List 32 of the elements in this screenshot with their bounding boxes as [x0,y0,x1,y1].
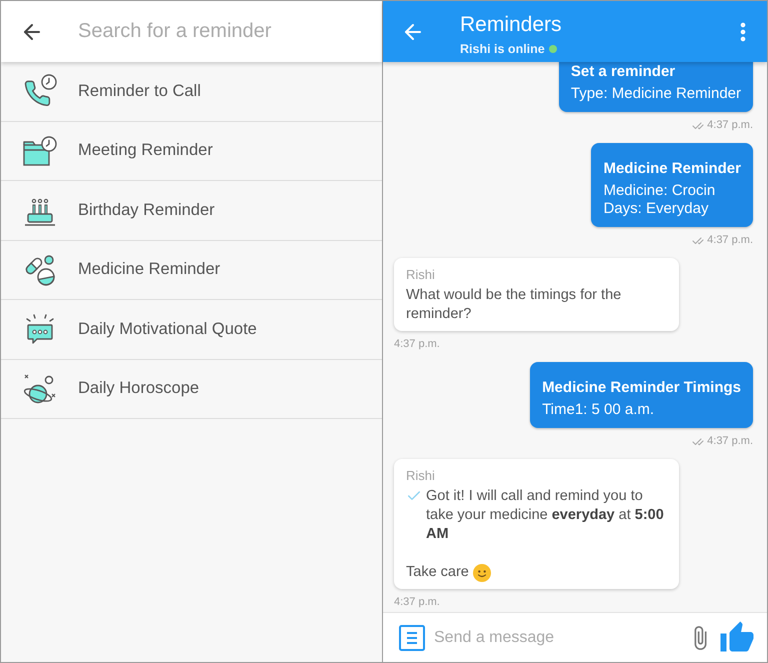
message-text: Days: Everyday [603,200,710,218]
reminder-item[interactable]: Reminder to Call [1,62,382,122]
smiley-icon [472,564,491,582]
reminder-item[interactable]: Meeting Reminder [1,122,382,181]
message-text: Type: Medicine Reminder [570,85,741,103]
message-title: Medicine Reminder Timings [542,378,741,398]
search-field[interactable]: Search for a reminder [78,12,382,52]
reminder-item[interactable]: Daily Horoscope [1,360,382,419]
reminder-item[interactable]: Birthday Reminder [1,181,382,240]
message-text: Medicine: Crocin [603,182,716,200]
reminder-item[interactable]: Medicine Reminder [1,240,382,300]
menu-icon[interactable] [399,624,425,650]
message-title: Medicine Reminder [603,159,741,179]
message-text: Got it! I will call and remind you to take your medicine everyday at 5:00 AM [426,487,665,544]
message-text: What would be the timings for the reminder? [406,286,622,324]
chat-title: Reminders [460,12,563,36]
sender-name: Rishi [406,267,436,283]
message-time: 4:37 p.m. [394,338,440,351]
sender-name: Rishi [406,468,436,484]
message-time: 4:37 p.m. [707,234,753,247]
double-check-icon [692,436,704,448]
message-text: Take care [406,563,469,582]
message-time: 4:37 p.m. [394,596,440,609]
message-time: 4:37 p.m. [707,435,753,448]
reminder-item[interactable]: Daily Motivational Quote [1,300,382,360]
message-text: Time1: 5 00 a.m. [542,401,656,419]
message-title: Set a reminder [570,62,676,82]
message-time: 4:37 p.m. [707,119,753,132]
double-check-icon [692,120,704,132]
double-check-icon [692,234,704,246]
search-bar[interactable]: Search for a reminder [1,1,382,62]
status-text: Rishi is online [460,40,545,56]
